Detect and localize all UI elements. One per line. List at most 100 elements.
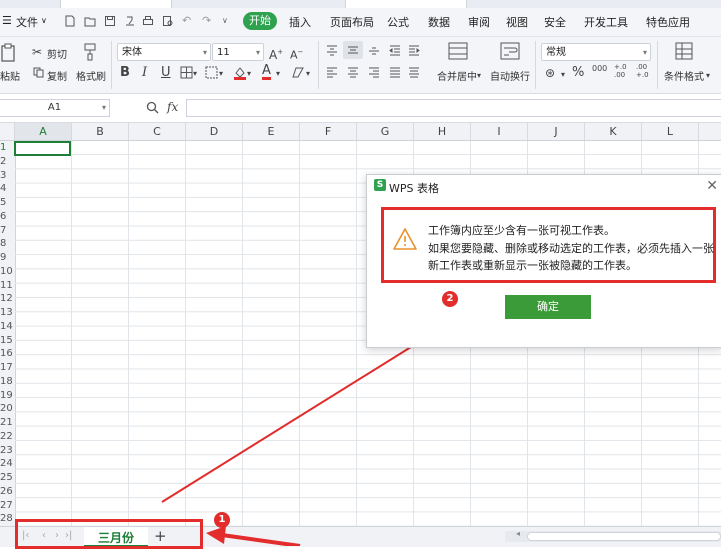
conditional-format-icon[interactable]: [674, 41, 694, 61]
name-box[interactable]: A1 ▾: [0, 99, 110, 117]
scissors-icon[interactable]: ✂: [32, 45, 42, 59]
increase-decimal-button[interactable]: +.0 .00: [614, 63, 627, 79]
align-right-icon[interactable]: [368, 67, 380, 78]
tab-page-layout[interactable]: 页面布局: [330, 14, 374, 30]
row-header[interactable]: 14: [0, 320, 15, 334]
tab-developer[interactable]: 开发工具: [584, 14, 628, 30]
row-header[interactable]: 4: [0, 182, 15, 196]
row-header[interactable]: 20: [0, 402, 15, 416]
justify-icon[interactable]: [389, 67, 401, 78]
row-header[interactable]: 28: [0, 512, 15, 526]
increase-font-icon[interactable]: A+: [269, 45, 283, 62]
row-header[interactable]: 1: [0, 141, 15, 155]
column-header-g[interactable]: G: [357, 123, 414, 140]
column-header-l[interactable]: L: [642, 123, 699, 140]
row-header[interactable]: 26: [0, 485, 15, 499]
column-header-d[interactable]: D: [186, 123, 243, 140]
borders-icon[interactable]: [180, 66, 193, 79]
column-header-i[interactable]: I: [471, 123, 528, 140]
scrollbar-thumb[interactable]: [527, 532, 721, 541]
row-header[interactable]: 25: [0, 471, 15, 485]
row-header[interactable]: 5: [0, 196, 15, 210]
row-header[interactable]: 7: [0, 224, 15, 238]
align-center-icon[interactable]: [347, 67, 359, 78]
row-header[interactable]: 23: [0, 444, 15, 458]
indent-increase-icon[interactable]: [408, 45, 420, 56]
percent-button[interactable]: %: [572, 66, 584, 80]
column-header-j[interactable]: J: [528, 123, 585, 140]
open-folder-icon[interactable]: [84, 15, 96, 27]
chevron-down-icon[interactable]: ▾: [193, 67, 197, 81]
chevron-down-icon[interactable]: ▾: [306, 67, 310, 81]
italic-button[interactable]: I: [142, 66, 147, 80]
column-header-f[interactable]: F: [300, 123, 357, 140]
menu-file[interactable]: 文件: [16, 14, 38, 30]
wrap-text-button[interactable]: 自动换行: [490, 68, 530, 83]
ok-button[interactable]: 确定: [505, 295, 591, 319]
save-icon[interactable]: [104, 15, 116, 27]
merge-center-button[interactable]: 合并居中: [437, 68, 477, 83]
chevron-down-icon[interactable]: ▾: [219, 67, 223, 81]
currency-icon[interactable]: ⊛: [545, 66, 555, 80]
align-bottom-icon[interactable]: [368, 45, 380, 56]
print-icon[interactable]: [142, 15, 154, 27]
row-header[interactable]: 10: [0, 265, 15, 279]
column-header-e[interactable]: E: [243, 123, 300, 140]
clear-format-icon[interactable]: [291, 66, 305, 79]
tab-view[interactable]: 视图: [506, 14, 528, 30]
hamburger-icon[interactable]: ☰: [2, 14, 12, 27]
chevron-down-icon[interactable]: ▾: [706, 69, 710, 83]
undo-icon[interactable]: ↶: [182, 14, 191, 27]
row-header[interactable]: 27: [0, 499, 15, 513]
align-top-icon[interactable]: [326, 45, 338, 56]
row-header[interactable]: 9: [0, 251, 15, 265]
row-header[interactable]: 19: [0, 389, 15, 403]
column-header-k[interactable]: K: [585, 123, 642, 140]
decrease-decimal-button[interactable]: .00 +.0: [636, 63, 649, 79]
number-format-select[interactable]: 常规 ▾: [541, 43, 651, 61]
copy-icon[interactable]: [33, 67, 44, 78]
column-header-m[interactable]: M: [699, 123, 721, 140]
wrap-text-icon[interactable]: [500, 41, 520, 61]
cell-style-icon[interactable]: [205, 66, 218, 79]
bold-button[interactable]: B: [120, 66, 130, 80]
row-header[interactable]: 18: [0, 375, 15, 389]
document-tab[interactable]: [60, 0, 172, 8]
close-icon[interactable]: ✕: [706, 178, 718, 194]
chevron-down-icon[interactable]: ▾: [276, 67, 280, 81]
row-header[interactable]: 12: [0, 292, 15, 306]
paste-label[interactable]: 粘贴: [0, 68, 20, 83]
row-header[interactable]: 8: [0, 237, 15, 251]
paste-icon[interactable]: [0, 43, 18, 63]
row-header[interactable]: 24: [0, 457, 15, 471]
decrease-font-icon[interactable]: A−: [290, 45, 303, 63]
row-header[interactable]: 16: [0, 347, 15, 361]
document-tab[interactable]: [345, 0, 467, 8]
redo-icon[interactable]: ↷: [202, 14, 211, 27]
copy-button[interactable]: 复制: [47, 68, 67, 83]
column-header-h[interactable]: H: [414, 123, 471, 140]
conditional-format-button[interactable]: 条件格式: [664, 68, 704, 83]
row-header[interactable]: 17: [0, 361, 15, 375]
tab-special-apps[interactable]: 特色应用: [646, 14, 690, 30]
export-icon[interactable]: [124, 15, 136, 27]
row-header[interactable]: 2: [0, 155, 15, 169]
row-header[interactable]: 11: [0, 279, 15, 293]
row-header[interactable]: 21: [0, 416, 15, 430]
cut-button[interactable]: 剪切: [47, 46, 67, 61]
merge-center-icon[interactable]: [448, 41, 468, 61]
format-painter-icon[interactable]: [83, 43, 97, 61]
font-name-select[interactable]: 宋体 ▾: [117, 43, 211, 61]
fx-icon[interactable]: fx: [167, 100, 178, 114]
underline-button[interactable]: U: [161, 66, 171, 80]
align-left-icon[interactable]: [326, 67, 338, 78]
chevron-down-icon[interactable]: ▾: [561, 68, 565, 82]
tab-review[interactable]: 审阅: [468, 14, 490, 30]
active-cell-a1[interactable]: [14, 141, 71, 156]
chevron-down-icon[interactable]: ▾: [477, 69, 481, 83]
select-all-corner[interactable]: [0, 123, 15, 140]
format-painter-button[interactable]: 格式刷: [76, 68, 106, 83]
row-header[interactable]: 22: [0, 430, 15, 444]
print-preview-icon[interactable]: [162, 15, 174, 27]
row-header[interactable]: 3: [0, 169, 15, 183]
